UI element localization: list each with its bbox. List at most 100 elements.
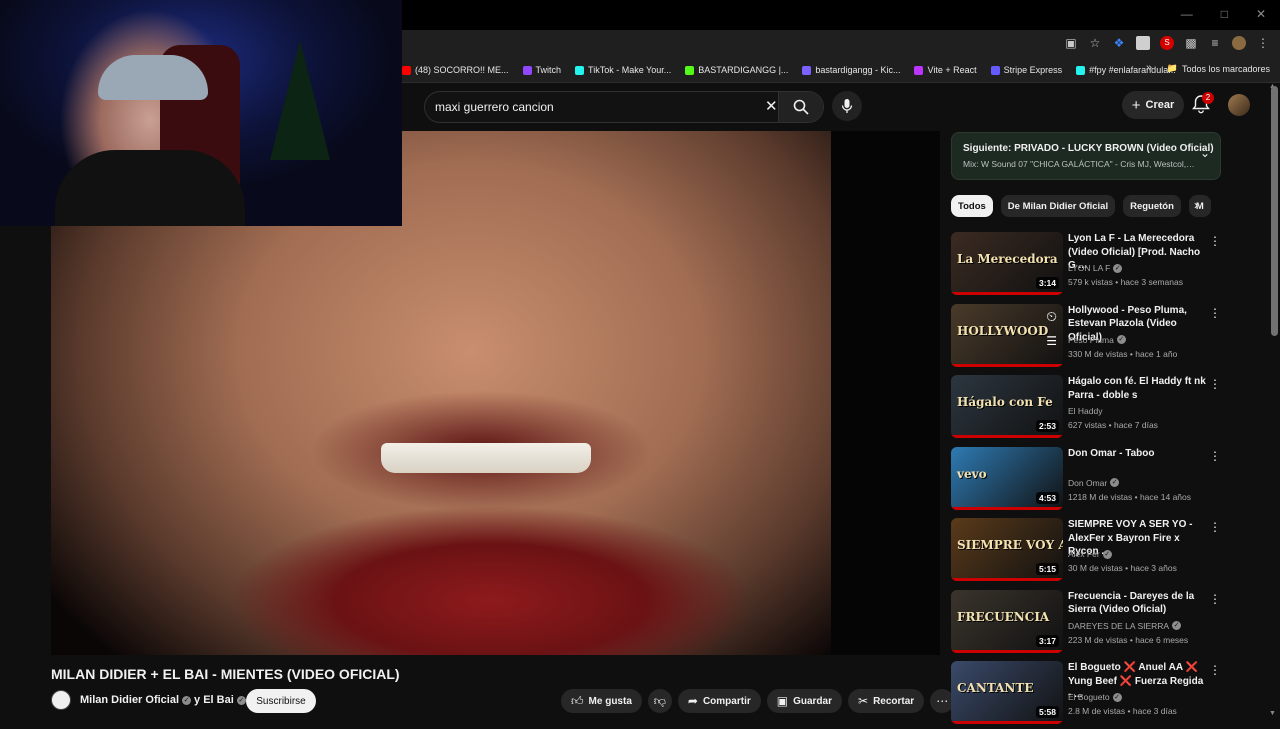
bookmark-item[interactable]: #fpy #enlafarandula...	[1076, 65, 1176, 75]
recommendation-item[interactable]: HOLLYWOOD ⏲ ☰ Hollywood - Peso Pluma, Estev…	[951, 303, 1241, 372]
bookmark-item[interactable]: Twitch	[522, 65, 561, 75]
install-app-icon[interactable]: ▣	[1064, 36, 1078, 50]
clear-search-icon[interactable]: ✕	[765, 97, 778, 115]
clip-button[interactable]: ✂ Recortar	[848, 689, 925, 713]
share-button[interactable]: ➦ Compartir	[677, 689, 761, 713]
video-thumbnail[interactable]: FRECUENCIA 3:17	[951, 589, 1063, 653]
extension-1-icon[interactable]: ❖	[1112, 36, 1126, 50]
voice-search-button[interactable]	[832, 91, 862, 121]
recommendation-item[interactable]: SIEMPRE VOY A SER YO 5:15SIEMPRE VOY A SE…	[951, 518, 1241, 586]
more-vertical-icon[interactable]: ⋮	[1209, 234, 1221, 248]
video-thumbnail[interactable]: HOLLYWOOD ⏲ ☰	[951, 303, 1063, 367]
bookmark-label: (48) SOCORRO!! ME...	[415, 65, 509, 75]
bookmark-item[interactable]: TikTok - Make Your...	[575, 65, 671, 75]
channel-name-label[interactable]: Milan Didier Oficial	[80, 694, 179, 706]
bookmarks-overflow-icon[interactable]: »	[1146, 62, 1152, 74]
extension-3-icon[interactable]: S	[1160, 36, 1174, 50]
recommendation-item[interactable]: La Merecedora 3:14 Lyon La F - La Merecedo…	[951, 232, 1241, 300]
video-thumbnail[interactable]: La Merecedora 3:14	[951, 232, 1063, 295]
webcam-person-hair	[98, 55, 208, 100]
bookmark-list: (48) SOCORRO!! ME... Twitch TikTok - Make …	[402, 58, 1176, 82]
page-scrollbar[interactable]	[1271, 86, 1278, 336]
toolbar-icons: ▣ ☆ ❖ S ▩ ≡ ⋮	[1064, 36, 1270, 50]
add-to-queue-icon[interactable]: ☰	[1046, 334, 1057, 348]
bookmark-star-icon[interactable]: ☆	[1088, 36, 1102, 50]
search-input[interactable]: maxi guerrero cancion	[435, 100, 554, 114]
recommendation-item[interactable]: CANTANTE 5:58 El Bogueto ❌ Anuel AA ❌ Yung…	[951, 661, 1241, 729]
recommendation-item[interactable]: vevo 4:53 Don Omar - Taboo Don Omar ✓ 1218 M …	[951, 446, 1241, 515]
bookmark-item[interactable]: bastardigangg - Kic...	[802, 65, 900, 75]
bookmark-favicon-icon	[575, 65, 585, 75]
save-button[interactable]: ▣ Guardar	[766, 689, 842, 713]
collab-channel-label[interactable]: y El Bai	[194, 694, 234, 706]
close-icon[interactable]: ✕	[1256, 7, 1266, 21]
thumbs-down-icon: 👎︎	[653, 693, 666, 708]
recommendation-channel[interactable]: Peso Pluma ✓	[1068, 335, 1126, 345]
more-vertical-icon[interactable]: ⋮	[1209, 377, 1221, 391]
more-vertical-icon[interactable]: ⋮	[1209, 592, 1221, 606]
chrome-menu-icon[interactable]: ⋮	[1256, 36, 1270, 50]
chevron-right-icon[interactable]: ›	[1194, 198, 1198, 212]
filter-chip[interactable]: M	[1188, 195, 1211, 217]
search-box[interactable]: maxi guerrero cancion ✕	[424, 91, 824, 123]
video-thumbnail[interactable]: CANTANTE 5:58	[951, 661, 1063, 724]
extensions-puzzle-icon[interactable]: ▩	[1184, 36, 1198, 50]
filter-chip[interactable]: De Milan Didier Oficial	[1000, 195, 1116, 217]
video-thumbnail[interactable]: vevo 4:53	[951, 446, 1063, 510]
up-next-card[interactable]: Siguiente: PRIVADO - LUCKY BROWN (Video …	[951, 132, 1221, 180]
more-horizontal-icon: ⋯	[936, 694, 949, 708]
scroll-down-arrow-icon[interactable]: ▼	[1269, 710, 1276, 717]
search-button[interactable]	[778, 92, 823, 122]
channel-name[interactable]: Milan Didier Oficial ✓ y El Bai ✓	[80, 694, 246, 706]
webcam-overlay	[0, 0, 402, 226]
recommendation-channel[interactable]: Alex Fer ✓	[1068, 549, 1112, 559]
recommendation-channel[interactable]: El Bogueto ✓	[1068, 692, 1122, 702]
webcam-person-shirt	[55, 150, 245, 226]
recommendation-title[interactable]: Hágalo con fé. El Haddy ft nk Parra - do…	[1068, 375, 1208, 402]
account-avatar[interactable]	[1228, 94, 1250, 116]
recommendation-channel[interactable]: El Haddy	[1068, 406, 1103, 416]
bookmark-favicon-icon	[990, 65, 1000, 75]
reading-list-icon[interactable]: ≡	[1208, 36, 1222, 50]
recommendation-title[interactable]: Don Omar - Taboo	[1068, 447, 1208, 461]
bookmark-item[interactable]: BASTARDIGANGG |...	[685, 65, 788, 75]
bookmark-favicon-icon	[914, 65, 924, 75]
filter-chip[interactable]: Reguetón	[1123, 195, 1181, 217]
extension-2-icon[interactable]	[1136, 36, 1150, 50]
dislike-button[interactable]: 👎︎	[647, 689, 672, 713]
recommendation-meta: 30 M de vistas • hace 3 años	[1068, 563, 1177, 573]
create-button[interactable]: + Crear	[1122, 91, 1184, 119]
recommendation-item[interactable]: Hágalo con Fe 2:53 Hágalo con fé. El Haddy…	[951, 375, 1241, 443]
video-thumbnail[interactable]: SIEMPRE VOY A SER YO 5:15	[951, 518, 1063, 581]
more-vertical-icon[interactable]: ⋮	[1209, 520, 1221, 534]
minimize-icon[interactable]: —	[1181, 7, 1193, 21]
recommendation-channel[interactable]: Don Omar ✓	[1068, 478, 1120, 488]
like-button[interactable]: 👍︎ Me gusta	[561, 689, 642, 713]
watch-later-icon[interactable]: ⏲	[1046, 308, 1057, 325]
profile-avatar-icon[interactable]	[1232, 36, 1246, 50]
recommendation-channel[interactable]: LYON LA F ✓	[1068, 263, 1123, 273]
bookmark-item[interactable]: Vite + React	[914, 65, 977, 75]
channel-avatar[interactable]	[51, 690, 71, 710]
recommendation-item[interactable]: FRECUENCIA 3:17 Frecuencia - Dareyes de la…	[951, 589, 1241, 658]
recommendation-title[interactable]: Frecuencia - Dareyes de la Sierra (Video…	[1068, 590, 1208, 617]
scissors-icon: ✂	[858, 694, 869, 708]
verified-check-icon: ✓	[1116, 335, 1126, 344]
thumbnail-text: HOLLYWOOD	[957, 323, 1049, 338]
bookmark-item[interactable]: (48) SOCORRO!! ME...	[402, 65, 509, 75]
more-vertical-icon[interactable]: ⋮	[1209, 449, 1221, 463]
recommendation-channel[interactable]: DAREYES DE LA SIERRA ✓	[1068, 621, 1182, 631]
chevron-down-icon[interactable]: ⌄	[1200, 146, 1210, 160]
more-vertical-icon[interactable]: ⋮	[1209, 663, 1221, 677]
all-bookmarks-button[interactable]: 📁 Todos los marcadores	[1167, 63, 1270, 74]
more-vertical-icon[interactable]: ⋮	[1209, 306, 1221, 320]
thumbnail-text: FRECUENCIA	[957, 609, 1050, 624]
filter-chip[interactable]: Todos	[951, 195, 993, 217]
duration-badge: 5:58	[1035, 706, 1059, 718]
bookmark-item[interactable]: Stripe Express	[990, 65, 1062, 75]
subscribe-button[interactable]: Suscribirse	[246, 689, 316, 713]
maximize-icon[interactable]: □	[1221, 7, 1228, 21]
recommendation-channel-label: El Bogueto	[1068, 692, 1110, 702]
video-thumbnail[interactable]: Hágalo con Fe 2:53	[951, 375, 1063, 438]
recommendation-channel-label: Alex Fer	[1068, 549, 1100, 559]
